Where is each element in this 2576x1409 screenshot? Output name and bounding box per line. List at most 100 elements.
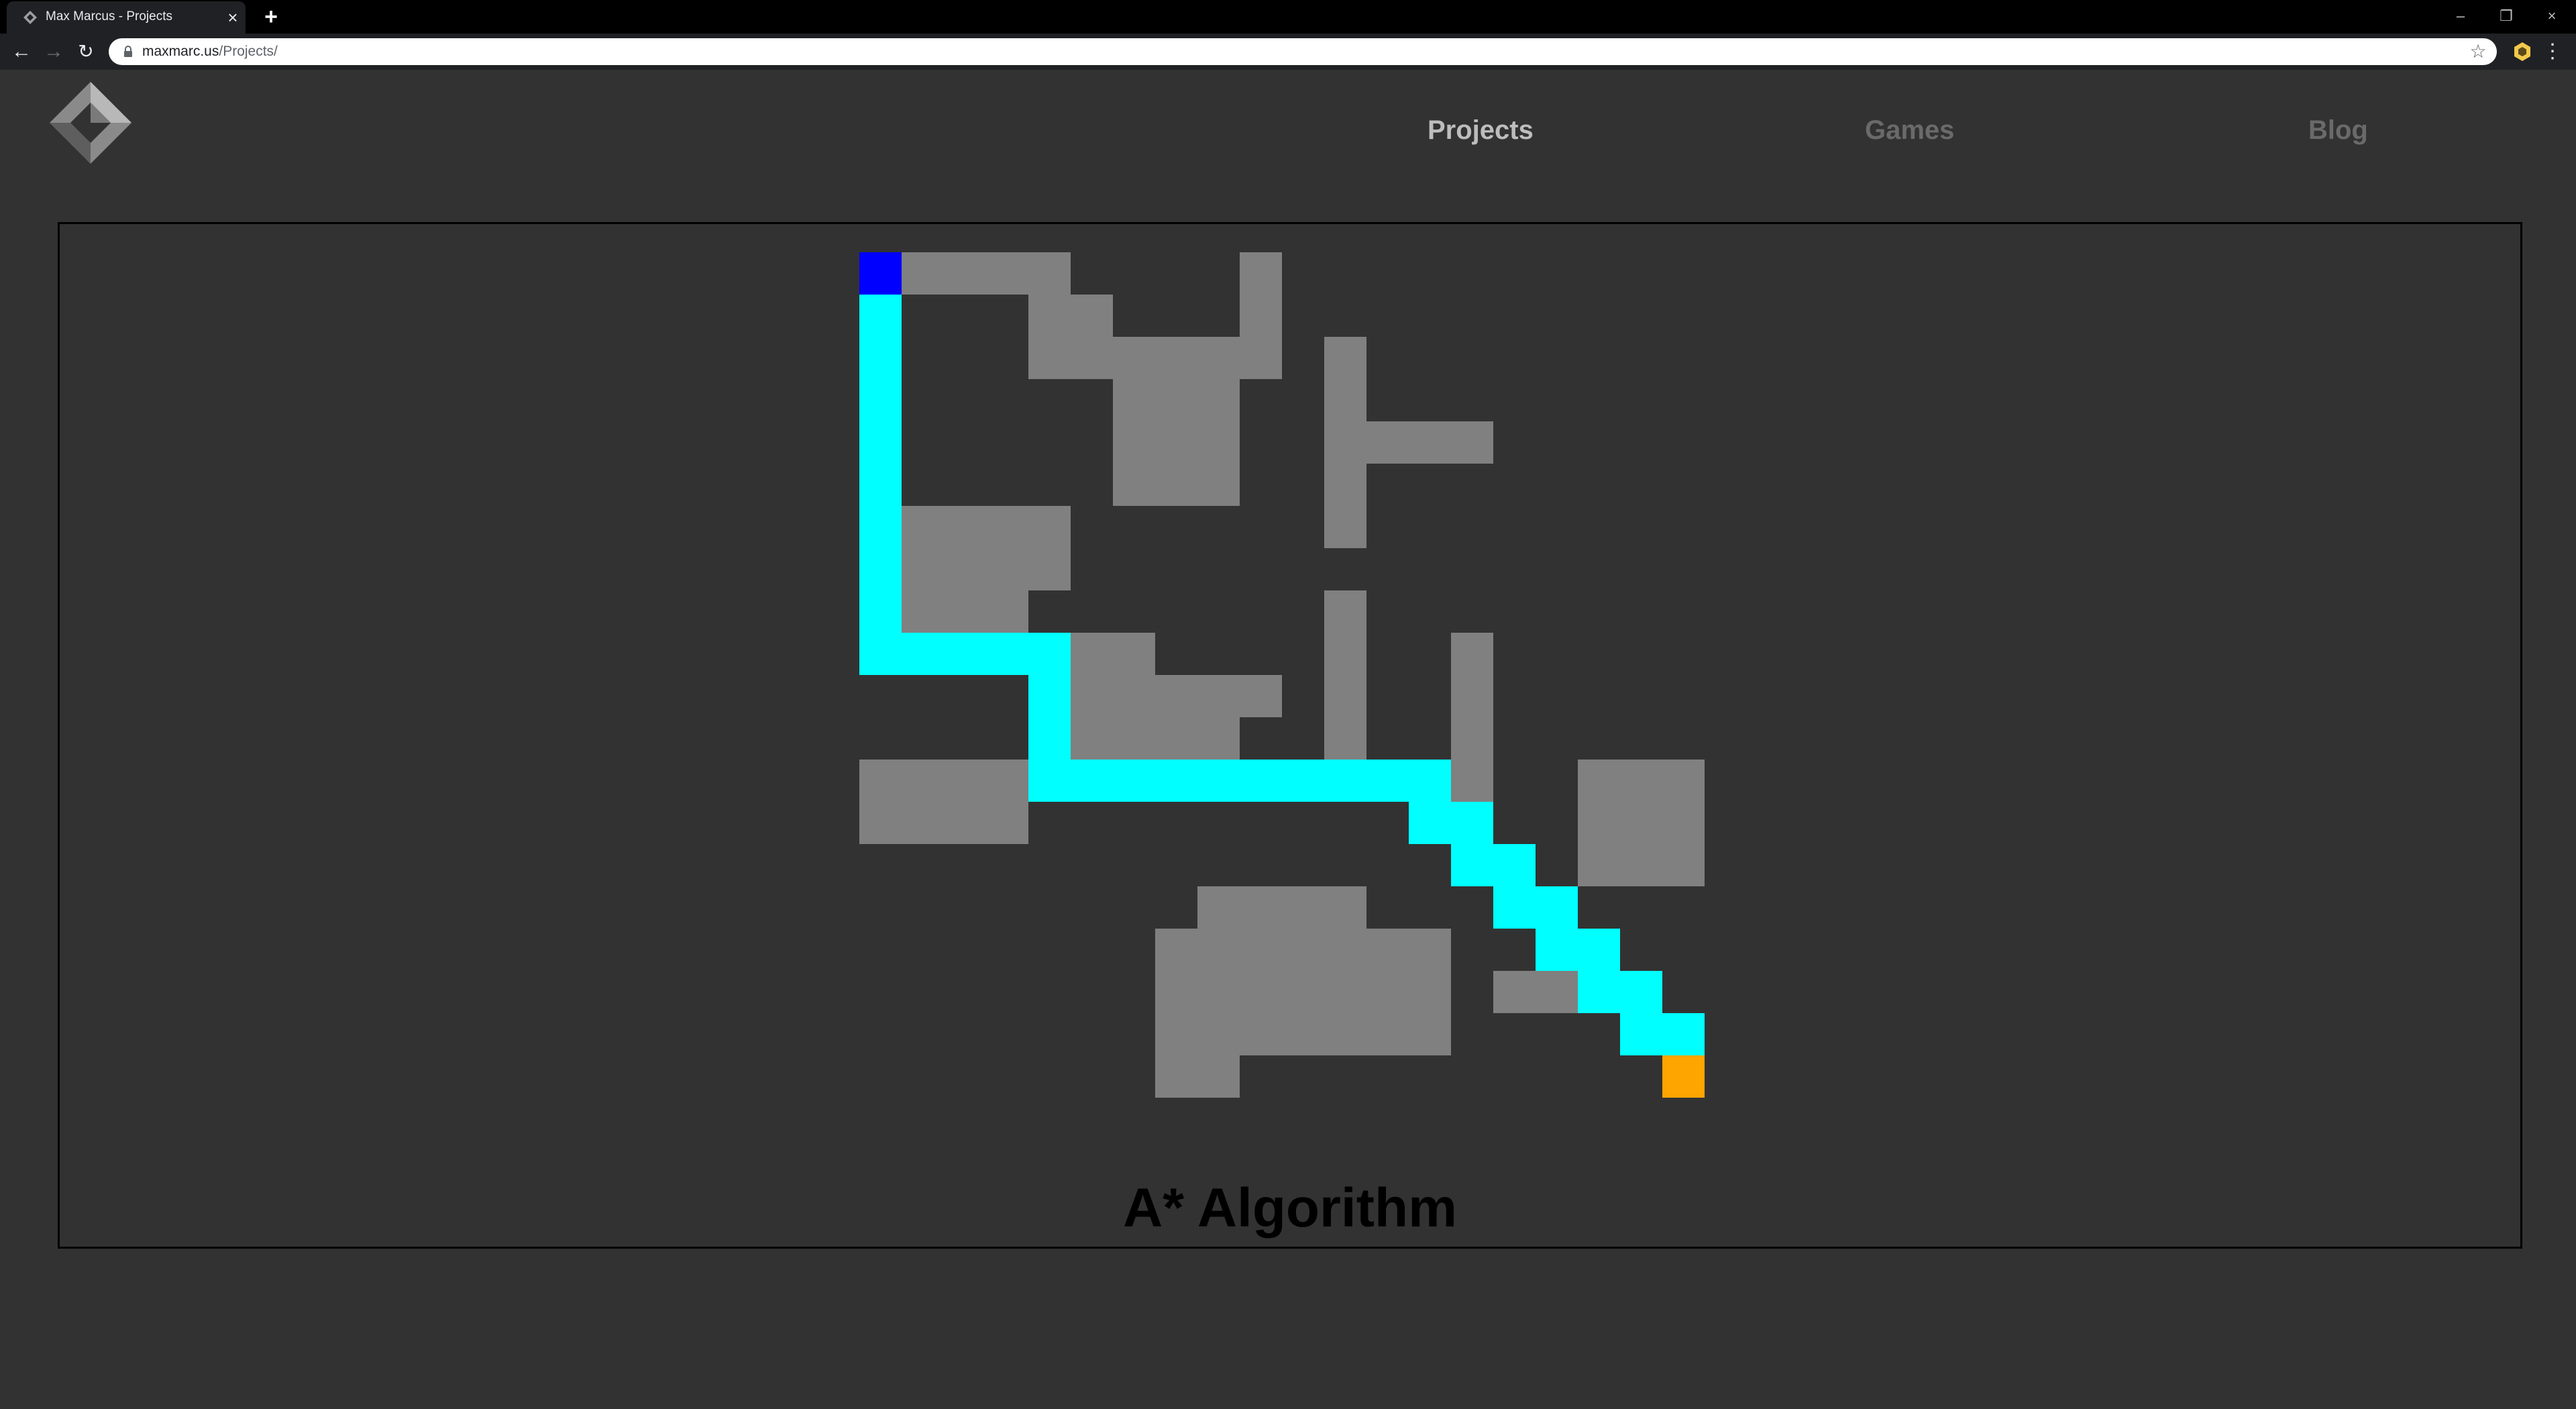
path-cell	[1028, 717, 1071, 760]
wall-cell	[1662, 844, 1705, 886]
wall-cell	[1451, 633, 1493, 675]
wall-cell	[1240, 1013, 1282, 1055]
wall-cell	[1113, 633, 1155, 675]
forward-arrow-icon[interactable]: →	[42, 40, 66, 64]
wall-cell	[902, 548, 944, 590]
path-cell	[1662, 1013, 1705, 1055]
wall-cell	[1451, 675, 1493, 717]
reload-icon[interactable]: ↻	[74, 40, 98, 64]
wall-cell	[1324, 337, 1366, 379]
wall-cell	[1282, 971, 1324, 1013]
wall-cell	[1324, 1013, 1366, 1055]
nav-link-blog[interactable]: Blog	[2308, 115, 2368, 146]
new-tab-icon[interactable]: +	[259, 5, 283, 30]
wall-cell	[1155, 675, 1197, 717]
wall-cell	[986, 590, 1028, 633]
wall-cell	[1197, 929, 1240, 971]
path-cell	[859, 633, 902, 675]
wall-cell	[1493, 971, 1536, 1013]
wall-cell	[1240, 252, 1282, 295]
path-cell	[1493, 844, 1536, 886]
wall-cell	[1578, 802, 1620, 844]
wall-cell	[1197, 379, 1240, 421]
browser-menu-icon[interactable]: ⋮	[2542, 40, 2563, 64]
minimize-icon[interactable]: –	[2446, 4, 2475, 28]
extension-icon[interactable]	[2512, 41, 2533, 62]
wall-cell	[986, 506, 1028, 548]
wall-cell	[944, 590, 986, 633]
wall-cell	[1113, 675, 1155, 717]
site-favicon-icon	[23, 11, 37, 24]
path-cell	[1536, 886, 1578, 929]
wall-cell	[1366, 421, 1409, 464]
wall-cell	[1197, 1055, 1240, 1098]
path-cell	[859, 506, 902, 548]
path-cell	[1324, 760, 1366, 802]
path-cell	[859, 421, 902, 464]
path-cell	[859, 590, 902, 633]
wall-cell	[944, 802, 986, 844]
wall-cell	[1324, 590, 1366, 633]
restore-icon[interactable]: ❐	[2491, 4, 2521, 28]
wall-cell	[1197, 717, 1240, 760]
bookmark-star-icon[interactable]: ☆	[2469, 42, 2487, 61]
wall-cell	[1409, 1013, 1451, 1055]
wall-cell	[986, 548, 1028, 590]
wall-cell	[859, 760, 902, 802]
wall-cell	[1197, 675, 1240, 717]
nav-link-games[interactable]: Games	[1865, 115, 1954, 146]
close-tab-icon[interactable]: ×	[223, 7, 243, 28]
wall-cell	[1620, 844, 1662, 886]
wall-cell	[1324, 421, 1366, 464]
wall-cell	[1366, 1013, 1409, 1055]
wall-cell	[1197, 1013, 1240, 1055]
path-cell	[1451, 844, 1493, 886]
wall-cell	[1071, 633, 1113, 675]
wall-cell	[944, 760, 986, 802]
window-close-icon[interactable]: ×	[2537, 4, 2567, 28]
wall-cell	[1240, 675, 1282, 717]
wall-cell	[1240, 886, 1282, 929]
wall-cell	[1324, 886, 1366, 929]
path-cell	[1282, 760, 1324, 802]
wall-cell	[1113, 337, 1155, 379]
path-cell	[1197, 760, 1240, 802]
wall-cell	[1324, 506, 1366, 548]
wall-cell	[1282, 886, 1324, 929]
wall-cell	[1324, 633, 1366, 675]
wall-cell	[1155, 421, 1197, 464]
url-host: maxmarc.us	[142, 44, 219, 59]
path-cell	[1240, 760, 1282, 802]
wall-cell	[1324, 464, 1366, 506]
wall-cell	[1324, 379, 1366, 421]
wall-cell	[944, 252, 986, 295]
path-cell	[1409, 802, 1451, 844]
path-cell	[1366, 760, 1409, 802]
wall-cell	[1028, 337, 1071, 379]
wall-cell	[1662, 760, 1705, 802]
goal-cell	[1662, 1055, 1705, 1098]
wall-cell	[1155, 971, 1197, 1013]
url-text: maxmarc.us/Projects/	[142, 44, 278, 60]
wall-cell	[1028, 506, 1071, 548]
wall-cell	[1197, 886, 1240, 929]
path-cell	[944, 633, 986, 675]
wall-cell	[1113, 379, 1155, 421]
browser-tab[interactable]: Max Marcus - Projects ×	[7, 1, 246, 34]
path-cell	[1028, 633, 1071, 675]
wall-cell	[902, 252, 944, 295]
project-card[interactable]: A* Algorithm	[58, 222, 2522, 1249]
wall-cell	[1451, 421, 1493, 464]
wall-cell	[1113, 421, 1155, 464]
wall-cell	[1071, 337, 1113, 379]
wall-cell	[1578, 760, 1620, 802]
nav-link-projects[interactable]: Projects	[1428, 115, 1534, 146]
site-logo-icon[interactable]	[48, 81, 133, 165]
wall-cell	[1324, 717, 1366, 760]
lock-icon	[124, 46, 132, 57]
back-arrow-icon[interactable]: ←	[9, 40, 34, 64]
address-bar[interactable]: maxmarc.us/Projects/ ☆	[109, 38, 2497, 65]
wall-cell	[1409, 971, 1451, 1013]
path-cell	[1620, 971, 1662, 1013]
wall-cell	[1155, 379, 1197, 421]
